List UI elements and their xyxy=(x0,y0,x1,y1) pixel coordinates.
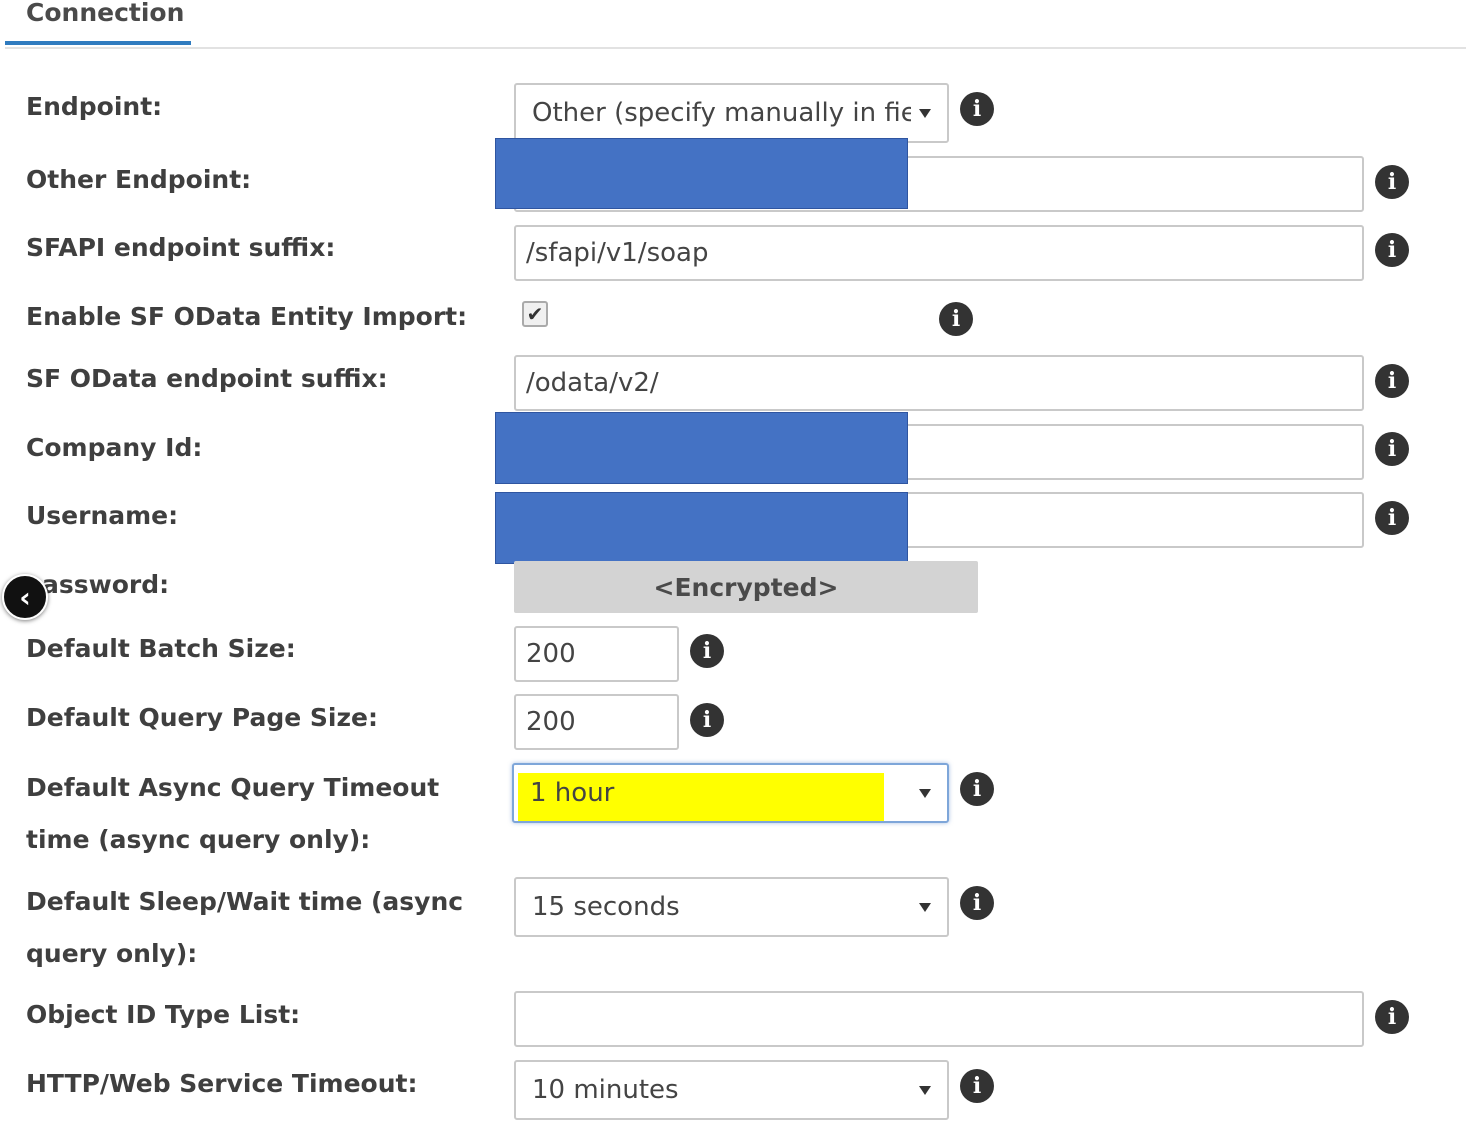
other-endpoint-label: Other Endpoint: xyxy=(26,165,252,194)
password-encrypted-button[interactable]: <Encrypted> xyxy=(514,561,978,613)
info-icon[interactable]: i xyxy=(960,92,994,126)
info-icon[interactable]: i xyxy=(690,703,724,737)
info-icon[interactable]: i xyxy=(690,634,724,668)
chevron-down-icon xyxy=(919,108,931,118)
info-icon[interactable]: i xyxy=(960,886,994,920)
sleep-wait-label: Default Sleep/Wait time (async query onl… xyxy=(26,887,464,968)
endpoint-label: Endpoint: xyxy=(26,92,163,121)
password-label: assword: xyxy=(42,570,170,599)
batch-size-label: Default Batch Size: xyxy=(26,634,296,663)
odata-import-label: Enable SF OData Entity Import: xyxy=(26,302,468,331)
object-id-type-list-input[interactable] xyxy=(514,991,1364,1047)
odata-suffix-label: SF OData endpoint suffix: xyxy=(26,364,388,393)
chevron-down-icon xyxy=(919,788,931,798)
http-timeout-label: HTTP/Web Service Timeout: xyxy=(26,1069,418,1098)
info-icon[interactable]: i xyxy=(960,1069,994,1103)
chevron-down-icon xyxy=(919,902,931,912)
sfapi-suffix-input[interactable]: /sfapi/v1/soap xyxy=(514,225,1364,281)
page-size-input[interactable]: 200 xyxy=(514,694,679,750)
checkmark-icon: ✔ xyxy=(526,302,544,326)
redaction-box xyxy=(495,138,908,209)
redaction-box xyxy=(495,412,908,484)
sleep-wait-value: 15 seconds xyxy=(532,892,680,922)
tab-connection[interactable]: Connection xyxy=(26,0,184,27)
tab-active-indicator xyxy=(5,41,191,45)
back-chevron-icon[interactable]: ‹ xyxy=(2,574,48,620)
odata-suffix-input[interactable]: /odata/v2/ xyxy=(514,355,1364,411)
endpoint-select[interactable]: Other (specify manually in field xyxy=(514,83,949,143)
endpoint-select-value: Other (specify manually in field xyxy=(532,98,911,128)
info-icon[interactable]: i xyxy=(1375,501,1409,535)
async-timeout-select[interactable]: 1 hour xyxy=(512,763,949,823)
info-icon[interactable]: i xyxy=(960,772,994,806)
company-id-label: Company Id: xyxy=(26,433,203,462)
info-icon[interactable]: i xyxy=(1375,165,1409,199)
tab-divider xyxy=(5,47,1466,49)
object-id-type-list-label: Object ID Type List: xyxy=(26,1000,301,1029)
username-label: Username: xyxy=(26,501,179,530)
chevron-down-icon xyxy=(919,1085,931,1095)
info-icon[interactable]: i xyxy=(1375,1000,1409,1034)
sfapi-suffix-label: SFAPI endpoint suffix: xyxy=(26,233,336,262)
http-timeout-value: 10 minutes xyxy=(532,1075,679,1105)
info-icon[interactable]: i xyxy=(1375,432,1409,466)
info-icon[interactable]: i xyxy=(939,302,973,336)
http-timeout-select[interactable]: 10 minutes xyxy=(514,1060,949,1120)
sleep-wait-select[interactable]: 15 seconds xyxy=(514,877,949,937)
odata-import-checkbox[interactable]: ✔ xyxy=(522,301,548,327)
info-icon[interactable]: i xyxy=(1375,364,1409,398)
redaction-box xyxy=(495,492,908,564)
async-timeout-value: 1 hour xyxy=(530,778,615,808)
info-icon[interactable]: i xyxy=(1375,233,1409,267)
page-size-label: Default Query Page Size: xyxy=(26,703,378,732)
async-timeout-label: Default Async Query Timeout time (async … xyxy=(26,773,440,854)
batch-size-input[interactable]: 200 xyxy=(514,626,679,682)
